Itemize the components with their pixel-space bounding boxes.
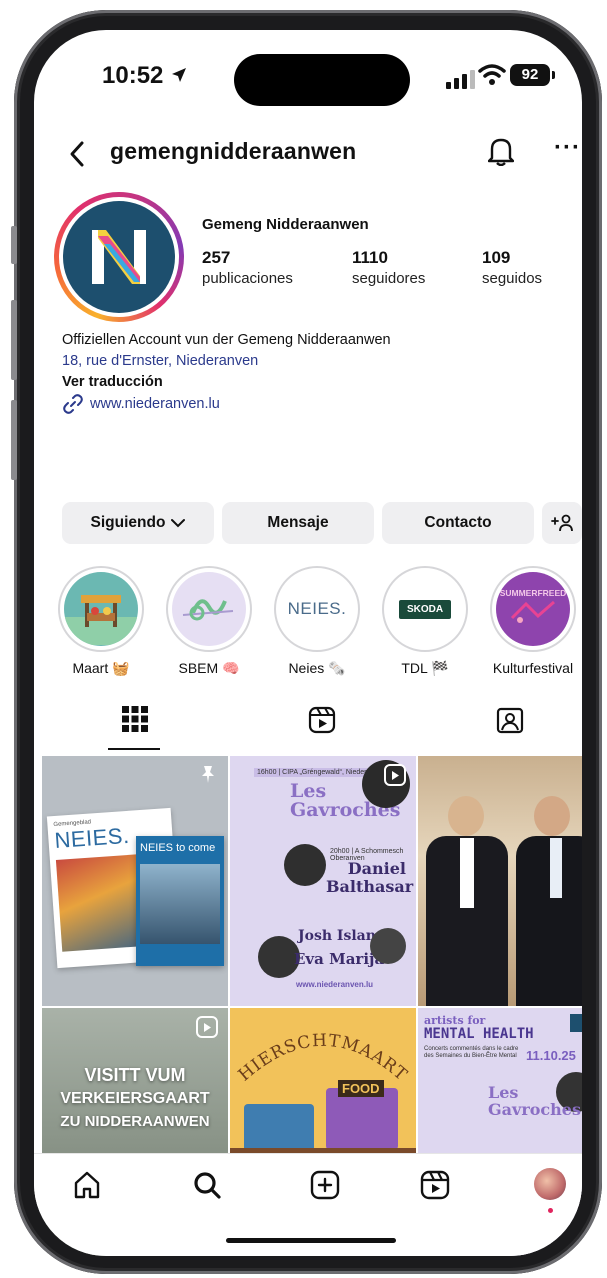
status-time: 10:52 — [102, 62, 188, 90]
magazine-cover-2-title: NEIES to come — [140, 842, 216, 854]
post-1[interactable]: Gemengeblad NEIES. NEIES to come — [42, 756, 228, 1006]
magazine-cover-2: NEIES to come — [136, 836, 224, 966]
highlight-sbem[interactable]: SBEM 🧠 — [166, 566, 252, 677]
contact-button[interactable]: Contacto — [382, 502, 534, 544]
post-6-artist: Les Gavroches — [488, 1083, 581, 1119]
story-highlights: Maart 🧺 SBEM 🧠 NEIES. Neies 🗞️ SKODA TDL — [58, 566, 576, 677]
active-tab-indicator — [108, 748, 160, 750]
following-button[interactable]: Siguiendo — [62, 502, 214, 544]
neies-logo-icon: NEIES. — [280, 572, 354, 646]
location-arrow-icon — [172, 68, 187, 82]
website-link[interactable]: www.niederanven.lu — [62, 393, 391, 415]
highlight-tdl[interactable]: SKODA TDL 🏁 — [382, 566, 468, 677]
volume-up-button — [11, 300, 17, 380]
more-options-icon[interactable]: ··· — [554, 134, 581, 162]
website-text: www.niederanven.lu — [90, 395, 220, 412]
post-6-caption: Concerts commentés dans le cadre des Sem… — [424, 1046, 519, 1059]
ribbon-icon — [172, 572, 246, 646]
see-translation-link[interactable]: Ver traducción — [62, 372, 391, 393]
link-icon — [63, 394, 83, 414]
dynamic-island — [234, 54, 410, 106]
bio: Offiziellen Account vun der Gemeng Nidde… — [62, 330, 391, 415]
pin-icon — [202, 766, 214, 783]
post-2[interactable]: 16h00 | CIPA „Gréngewald“, Niederanven L… — [230, 756, 416, 1006]
home-indicator[interactable] — [226, 1238, 396, 1243]
followers-count: 1110 — [352, 248, 388, 267]
grid-icon[interactable] — [122, 706, 148, 732]
highlight-label: SBEM 🧠 — [178, 660, 240, 676]
niederanven-logo-icon — [63, 201, 175, 313]
profile-avatar-tab[interactable] — [534, 1168, 566, 1200]
summerfreed-icon: SUMMERFREED — [496, 572, 570, 646]
highlight-label: Kulturfestival — [492, 660, 574, 676]
address-link[interactable]: 18, rue d'Ernster, Niederanven — [62, 351, 391, 372]
notification-dot — [548, 1208, 553, 1213]
posts-label: publicaciones — [202, 270, 293, 287]
highlight-neies[interactable]: NEIES. Neies 🗞️ — [274, 566, 360, 677]
svg-text:HIERSCHTMAART: HIERSCHTMAART — [235, 1031, 411, 1086]
post-4-line-3: ZU NIDDERAANWEN — [60, 1113, 210, 1130]
battery-tip — [552, 71, 555, 79]
notification-bell-icon[interactable] — [488, 136, 514, 166]
neies-logo-text: NEIES. — [287, 599, 347, 618]
highlight-label: TDL 🏁 — [401, 660, 449, 676]
highlight-kulturfestival[interactable]: SUMMERFREED Kulturfestival — [490, 566, 576, 677]
highlight-label: Neies 🗞️ — [288, 660, 346, 676]
battery-icon: 92 — [510, 64, 550, 86]
skoda-logo-icon: SKODA — [388, 572, 462, 646]
highlight-label: Maart 🧺 — [72, 660, 130, 676]
create-post-icon[interactable] — [310, 1170, 340, 1200]
reel-icon — [196, 1016, 218, 1038]
bio-text: Offiziellen Account vun der Gemeng Nidde… — [62, 332, 391, 348]
following-count: 109 — [482, 248, 511, 267]
reel-icon — [384, 764, 406, 786]
market-stall-icon — [64, 572, 138, 646]
post-4-line-1: VISITT VUM — [84, 1065, 186, 1085]
cellular-signal-icon — [446, 70, 475, 89]
search-icon[interactable] — [192, 1170, 222, 1200]
profile-tabs — [34, 700, 582, 752]
post-6-date: 11.10.25 — [526, 1048, 576, 1063]
post-5-title: HIERSCHTMAART — [235, 1031, 410, 1086]
post-2-url: www.niederanven.lu — [296, 980, 374, 989]
screen: 10:52 92 gemengnidderaanwen ··· Gemeng N… — [34, 30, 582, 1256]
wifi-icon — [478, 64, 506, 85]
highlight-maart[interactable]: Maart 🧺 — [58, 566, 144, 677]
reels-tab-icon[interactable] — [308, 706, 336, 734]
post-4-line-2: VERKEIERSGAART — [60, 1090, 210, 1107]
display-name: Gemeng Nidderaanwen — [202, 216, 369, 233]
chevron-down-icon — [171, 519, 186, 528]
post-2-title: Les Gavroches — [290, 780, 401, 821]
post-3[interactable] — [418, 756, 582, 1006]
summerfreed-text: SUMMERFREED — [499, 587, 567, 598]
followers-label: seguidores — [352, 270, 426, 287]
home-icon[interactable] — [72, 1170, 102, 1200]
posts-count: 257 — [202, 248, 231, 267]
status-bar: 10:52 92 — [34, 30, 582, 106]
volume-down-button — [11, 400, 17, 480]
username-title[interactable]: gemengnidderaanwen — [110, 138, 356, 165]
battery-level: 92 — [521, 66, 539, 83]
post-5-food-sign: FOOD — [338, 1080, 384, 1097]
stat-posts[interactable]: 257 publicaciones — [202, 248, 293, 287]
message-button[interactable]: Mensaje — [222, 502, 374, 544]
stat-followers[interactable]: 1110 seguidores — [352, 248, 425, 287]
action-button — [11, 226, 17, 264]
following-label: seguidos — [482, 270, 543, 287]
profile-actions: Siguiendo Mensaje Contacto — [62, 502, 582, 544]
tagged-tab-icon[interactable] — [496, 706, 524, 734]
add-person-button[interactable] — [542, 502, 582, 544]
post-6-title: MENTAL HEALTH — [424, 1026, 534, 1042]
add-person-icon — [551, 514, 573, 532]
time-text: 10:52 — [102, 62, 164, 89]
following-label: Siguiendo — [90, 514, 166, 531]
post-2-artist: Daniel Balthasar — [326, 859, 414, 896]
post-5-arched-title: HIERSCHTMAART — [235, 1031, 411, 1086]
profile-header: gemengnidderaanwen ··· — [34, 134, 582, 178]
back-icon[interactable] — [68, 140, 86, 168]
profile-avatar[interactable] — [54, 192, 184, 322]
reels-icon[interactable] — [420, 1170, 450, 1200]
stat-following[interactable]: 109 seguidos — [482, 248, 542, 287]
skoda-logo-text: SKODA — [398, 599, 452, 619]
